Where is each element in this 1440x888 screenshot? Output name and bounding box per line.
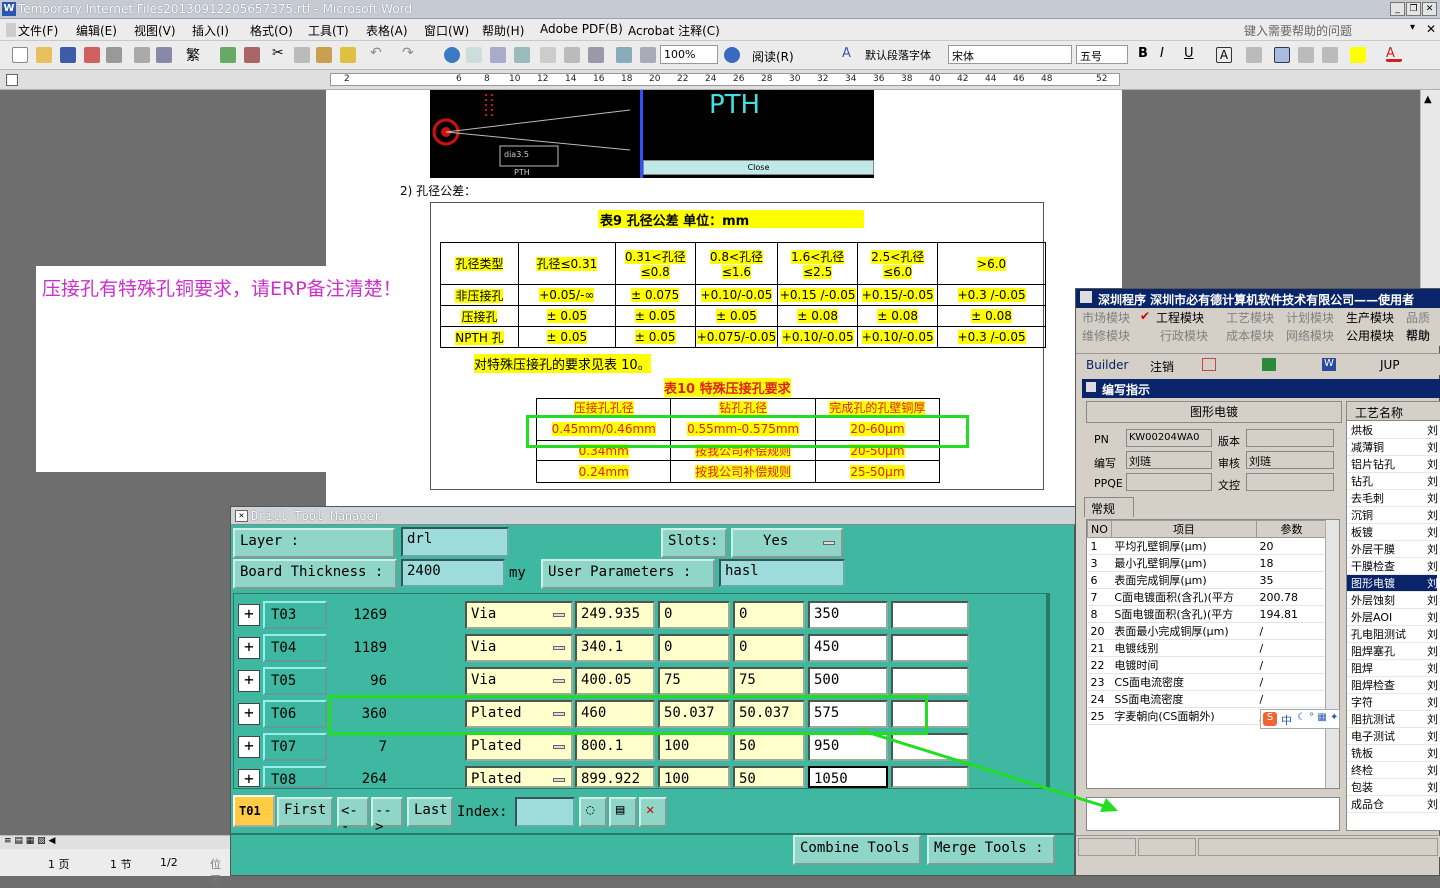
annotation-arrow [859,728,1118,812]
